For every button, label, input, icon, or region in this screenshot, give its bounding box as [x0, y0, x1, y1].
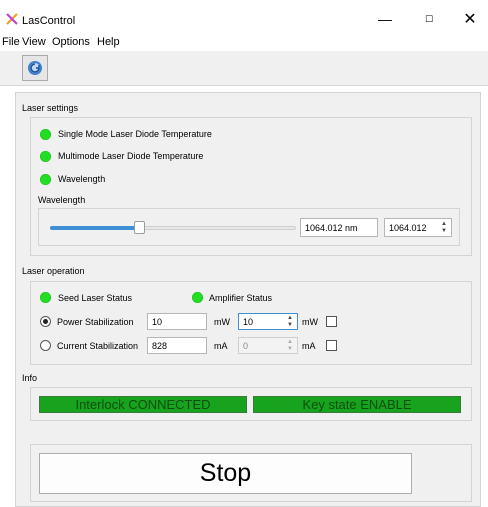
sm-diode-temp-led [40, 129, 51, 140]
close-button[interactable]: ✕ [455, 8, 485, 30]
wavelength-spinbox[interactable]: 1064.012 ▲ ▼ [384, 218, 452, 237]
minimize-button[interactable]: — [370, 8, 400, 30]
amplifier-led [192, 292, 203, 303]
spin-arrows-icon[interactable]: ▲ ▼ [439, 220, 449, 235]
power-value-input[interactable]: 10 [147, 313, 207, 330]
wavelength-spin-value: 1064.012 [389, 222, 427, 233]
laser-settings-title: Laser settings [22, 103, 79, 113]
key-state-status: Key state ENABLE [253, 396, 461, 413]
seed-laser-label: Seed Laser Status [58, 293, 133, 303]
toolbar [0, 51, 488, 86]
wavelength-indicator-label: Wavelength [58, 174, 106, 184]
power-setpoint-spinbox[interactable]: 10 ▲ ▼ [238, 313, 298, 330]
power-unit-label: mW [214, 317, 230, 327]
power-stabilization-radio[interactable] [40, 316, 51, 327]
power-spin-value: 10 [243, 316, 254, 327]
mm-diode-temp-led [40, 151, 51, 162]
menu-help[interactable]: Help [97, 36, 120, 48]
current-setpoint-spinbox[interactable]: 0 ▲ ▼ [238, 337, 298, 354]
connect-button[interactable] [22, 55, 48, 81]
seed-laser-led [40, 292, 51, 303]
power-spin-unit-label: mW [302, 317, 318, 327]
stop-button[interactable]: Stop [39, 453, 412, 494]
power-enable-checkbox[interactable] [326, 316, 337, 327]
mm-diode-temp-label: Multimode Laser Diode Temperature [58, 151, 204, 161]
wavelength-slider-fill [50, 226, 139, 230]
wavelength-slider-handle[interactable] [134, 221, 145, 234]
menu-file[interactable]: File [2, 36, 20, 48]
sm-diode-temp-label: Single Mode Laser Diode Temperature [58, 129, 212, 139]
spin-arrows-icon[interactable]: ▲ ▼ [285, 315, 295, 328]
amplifier-label: Amplifier Status [209, 293, 273, 303]
current-enable-checkbox[interactable] [326, 340, 337, 351]
info-title: Info [22, 373, 38, 383]
current-value-input[interactable]: 828 [147, 337, 207, 354]
laser-operation-title: Laser operation [22, 266, 85, 276]
wavelength-led [40, 174, 51, 185]
interlock-status: Interlock CONNECTED [39, 396, 247, 413]
wavelength-readout: 1064.012 nm [300, 218, 378, 237]
power-stabilization-label: Power Stabilization [57, 317, 134, 327]
maximize-button[interactable]: ☐ [414, 8, 444, 30]
spin-arrows-icon[interactable]: ▲ ▼ [285, 339, 295, 352]
current-stabilization-label: Current Stabilization [57, 341, 139, 351]
refresh-icon [28, 61, 42, 75]
window-title: LasControl [22, 15, 76, 27]
current-unit-label: mA [214, 341, 228, 351]
app-logo-icon [6, 13, 18, 25]
current-spin-value: 0 [243, 340, 249, 351]
current-spin-unit-label: mA [302, 341, 316, 351]
menu-view[interactable]: View [22, 36, 46, 48]
menu-options[interactable]: Options [52, 36, 90, 48]
wavelength-title: Wavelength [38, 195, 86, 205]
current-stabilization-radio[interactable] [40, 340, 51, 351]
